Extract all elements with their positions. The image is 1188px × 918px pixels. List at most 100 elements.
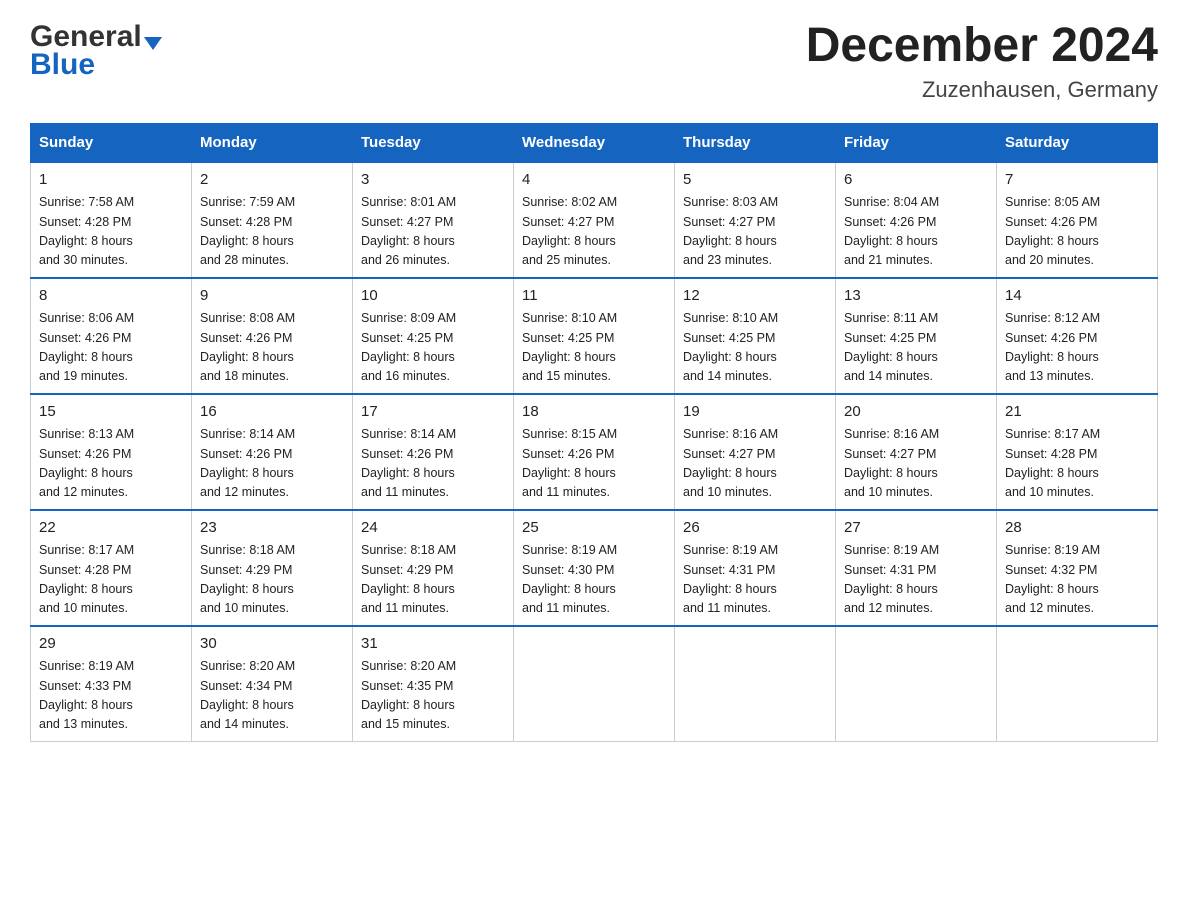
day-number: 21	[1005, 401, 1149, 424]
calendar-cell: 20Sunrise: 8:16 AMSunset: 4:27 PMDayligh…	[836, 394, 997, 510]
day-number: 10	[361, 285, 505, 308]
calendar-cell: 29Sunrise: 8:19 AMSunset: 4:33 PMDayligh…	[31, 626, 192, 742]
day-number: 9	[200, 285, 344, 308]
weekday-header-friday: Friday	[836, 123, 997, 162]
day-number: 29	[39, 633, 183, 656]
title-section: December 2024 Zuzenhausen, Germany	[806, 20, 1158, 103]
logo: General Blue	[30, 20, 162, 82]
day-info: Sunrise: 8:19 AMSunset: 4:30 PMDaylight:…	[522, 541, 666, 619]
day-info: Sunrise: 7:59 AMSunset: 4:28 PMDaylight:…	[200, 193, 344, 271]
day-info: Sunrise: 8:08 AMSunset: 4:26 PMDaylight:…	[200, 309, 344, 387]
day-number: 22	[39, 517, 183, 540]
day-number: 18	[522, 401, 666, 424]
day-info: Sunrise: 8:14 AMSunset: 4:26 PMDaylight:…	[200, 425, 344, 503]
calendar-cell	[514, 626, 675, 742]
day-info: Sunrise: 8:06 AMSunset: 4:26 PMDaylight:…	[39, 309, 183, 387]
day-info: Sunrise: 8:10 AMSunset: 4:25 PMDaylight:…	[522, 309, 666, 387]
day-number: 19	[683, 401, 827, 424]
calendar-cell: 16Sunrise: 8:14 AMSunset: 4:26 PMDayligh…	[192, 394, 353, 510]
day-info: Sunrise: 8:04 AMSunset: 4:26 PMDaylight:…	[844, 193, 988, 271]
day-number: 20	[844, 401, 988, 424]
logo-triangle-icon	[144, 37, 162, 50]
day-info: Sunrise: 8:11 AMSunset: 4:25 PMDaylight:…	[844, 309, 988, 387]
calendar-cell: 1Sunrise: 7:58 AMSunset: 4:28 PMDaylight…	[31, 162, 192, 278]
day-info: Sunrise: 8:16 AMSunset: 4:27 PMDaylight:…	[683, 425, 827, 503]
calendar-cell: 9Sunrise: 8:08 AMSunset: 4:26 PMDaylight…	[192, 278, 353, 394]
calendar-table: SundayMondayTuesdayWednesdayThursdayFrid…	[30, 123, 1158, 742]
day-number: 11	[522, 285, 666, 308]
day-info: Sunrise: 8:18 AMSunset: 4:29 PMDaylight:…	[200, 541, 344, 619]
calendar-cell: 2Sunrise: 7:59 AMSunset: 4:28 PMDaylight…	[192, 162, 353, 278]
calendar-cell: 18Sunrise: 8:15 AMSunset: 4:26 PMDayligh…	[514, 394, 675, 510]
calendar-cell: 31Sunrise: 8:20 AMSunset: 4:35 PMDayligh…	[353, 626, 514, 742]
day-info: Sunrise: 8:03 AMSunset: 4:27 PMDaylight:…	[683, 193, 827, 271]
calendar-cell: 6Sunrise: 8:04 AMSunset: 4:26 PMDaylight…	[836, 162, 997, 278]
calendar-cell: 15Sunrise: 8:13 AMSunset: 4:26 PMDayligh…	[31, 394, 192, 510]
day-info: Sunrise: 8:19 AMSunset: 4:31 PMDaylight:…	[844, 541, 988, 619]
month-title: December 2024	[806, 20, 1158, 73]
day-info: Sunrise: 8:09 AMSunset: 4:25 PMDaylight:…	[361, 309, 505, 387]
day-number: 12	[683, 285, 827, 308]
calendar-week-row: 22Sunrise: 8:17 AMSunset: 4:28 PMDayligh…	[31, 510, 1158, 626]
calendar-cell	[836, 626, 997, 742]
day-info: Sunrise: 8:20 AMSunset: 4:35 PMDaylight:…	[361, 657, 505, 735]
calendar-cell: 22Sunrise: 8:17 AMSunset: 4:28 PMDayligh…	[31, 510, 192, 626]
calendar-cell: 25Sunrise: 8:19 AMSunset: 4:30 PMDayligh…	[514, 510, 675, 626]
day-number: 26	[683, 517, 827, 540]
day-number: 28	[1005, 517, 1149, 540]
calendar-week-row: 1Sunrise: 7:58 AMSunset: 4:28 PMDaylight…	[31, 162, 1158, 278]
weekday-header-row: SundayMondayTuesdayWednesdayThursdayFrid…	[31, 123, 1158, 162]
calendar-cell	[997, 626, 1158, 742]
calendar-week-row: 8Sunrise: 8:06 AMSunset: 4:26 PMDaylight…	[31, 278, 1158, 394]
day-number: 14	[1005, 285, 1149, 308]
location: Zuzenhausen, Germany	[806, 77, 1158, 103]
calendar-week-row: 15Sunrise: 8:13 AMSunset: 4:26 PMDayligh…	[31, 394, 1158, 510]
day-info: Sunrise: 8:13 AMSunset: 4:26 PMDaylight:…	[39, 425, 183, 503]
day-number: 27	[844, 517, 988, 540]
day-number: 1	[39, 169, 183, 192]
calendar-cell: 30Sunrise: 8:20 AMSunset: 4:34 PMDayligh…	[192, 626, 353, 742]
weekday-header-monday: Monday	[192, 123, 353, 162]
day-info: Sunrise: 8:19 AMSunset: 4:33 PMDaylight:…	[39, 657, 183, 735]
day-number: 8	[39, 285, 183, 308]
weekday-header-sunday: Sunday	[31, 123, 192, 162]
weekday-header-wednesday: Wednesday	[514, 123, 675, 162]
calendar-cell: 26Sunrise: 8:19 AMSunset: 4:31 PMDayligh…	[675, 510, 836, 626]
day-info: Sunrise: 8:10 AMSunset: 4:25 PMDaylight:…	[683, 309, 827, 387]
calendar-cell: 3Sunrise: 8:01 AMSunset: 4:27 PMDaylight…	[353, 162, 514, 278]
calendar-cell: 8Sunrise: 8:06 AMSunset: 4:26 PMDaylight…	[31, 278, 192, 394]
day-info: Sunrise: 8:19 AMSunset: 4:32 PMDaylight:…	[1005, 541, 1149, 619]
day-info: Sunrise: 8:12 AMSunset: 4:26 PMDaylight:…	[1005, 309, 1149, 387]
day-number: 13	[844, 285, 988, 308]
day-number: 17	[361, 401, 505, 424]
day-number: 31	[361, 633, 505, 656]
day-info: Sunrise: 8:01 AMSunset: 4:27 PMDaylight:…	[361, 193, 505, 271]
day-number: 7	[1005, 169, 1149, 192]
day-number: 5	[683, 169, 827, 192]
page-header: General Blue December 2024 Zuzenhausen, …	[30, 20, 1158, 103]
calendar-cell: 14Sunrise: 8:12 AMSunset: 4:26 PMDayligh…	[997, 278, 1158, 394]
calendar-cell: 4Sunrise: 8:02 AMSunset: 4:27 PMDaylight…	[514, 162, 675, 278]
day-number: 3	[361, 169, 505, 192]
calendar-week-row: 29Sunrise: 8:19 AMSunset: 4:33 PMDayligh…	[31, 626, 1158, 742]
day-info: Sunrise: 8:19 AMSunset: 4:31 PMDaylight:…	[683, 541, 827, 619]
day-number: 30	[200, 633, 344, 656]
day-number: 15	[39, 401, 183, 424]
calendar-cell: 10Sunrise: 8:09 AMSunset: 4:25 PMDayligh…	[353, 278, 514, 394]
day-info: Sunrise: 8:18 AMSunset: 4:29 PMDaylight:…	[361, 541, 505, 619]
calendar-cell: 17Sunrise: 8:14 AMSunset: 4:26 PMDayligh…	[353, 394, 514, 510]
calendar-cell	[675, 626, 836, 742]
weekday-header-saturday: Saturday	[997, 123, 1158, 162]
day-number: 4	[522, 169, 666, 192]
calendar-cell: 5Sunrise: 8:03 AMSunset: 4:27 PMDaylight…	[675, 162, 836, 278]
day-info: Sunrise: 8:05 AMSunset: 4:26 PMDaylight:…	[1005, 193, 1149, 271]
day-number: 23	[200, 517, 344, 540]
day-number: 2	[200, 169, 344, 192]
calendar-cell: 27Sunrise: 8:19 AMSunset: 4:31 PMDayligh…	[836, 510, 997, 626]
day-info: Sunrise: 7:58 AMSunset: 4:28 PMDaylight:…	[39, 193, 183, 271]
day-info: Sunrise: 8:20 AMSunset: 4:34 PMDaylight:…	[200, 657, 344, 735]
calendar-cell: 21Sunrise: 8:17 AMSunset: 4:28 PMDayligh…	[997, 394, 1158, 510]
day-info: Sunrise: 8:14 AMSunset: 4:26 PMDaylight:…	[361, 425, 505, 503]
weekday-header-thursday: Thursday	[675, 123, 836, 162]
calendar-cell: 7Sunrise: 8:05 AMSunset: 4:26 PMDaylight…	[997, 162, 1158, 278]
